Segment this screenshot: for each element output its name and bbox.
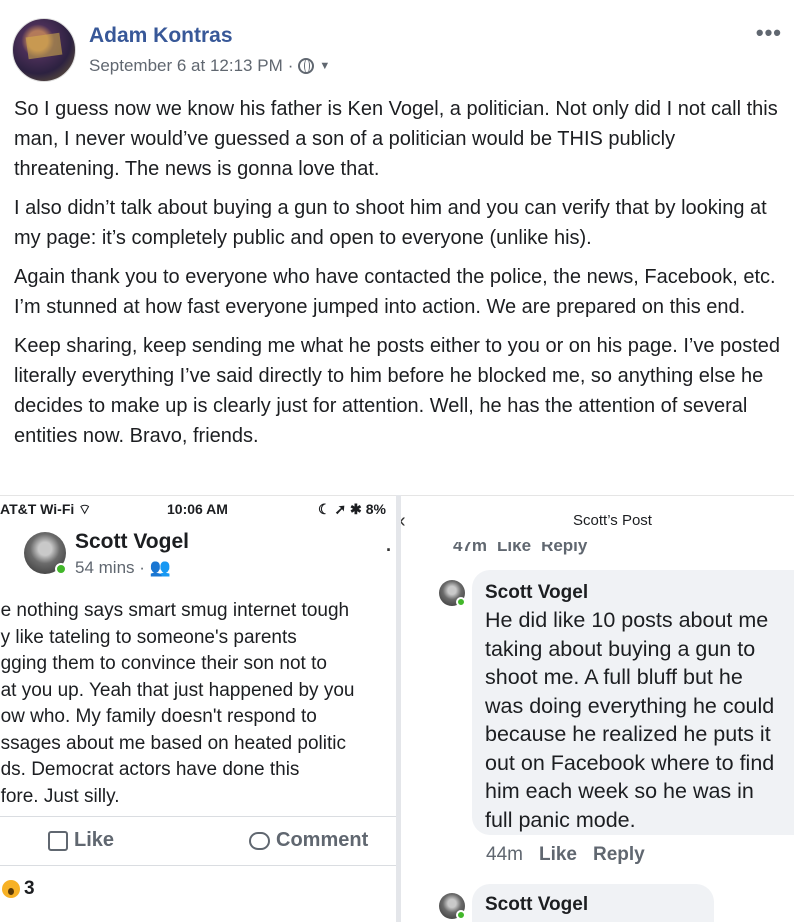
author-avatar[interactable] [12, 18, 76, 82]
post-line: ee nothing says smart smug internet toug… [0, 600, 350, 621]
post-line: uy like tateling to someone's parents [0, 626, 297, 648]
comment-button[interactable]: Comment [249, 829, 368, 852]
comment-line: him each week so he was in [485, 779, 754, 803]
comment-text: He did like 10 posts about me taking abo… [485, 606, 794, 834]
page-title: Scott’s Post [573, 512, 652, 529]
meta-separator: · [287, 56, 294, 75]
post-body: So I guess now we know his father is Ken… [14, 94, 784, 460]
globe-icon[interactable] [298, 58, 315, 74]
screenshot-left: AT&T Wi-Fi ⌔ 10:06 AM ☾ ➚ ✱ 8% Scott Vog… [0, 495, 398, 922]
post-line: efore. Just silly. [0, 785, 120, 807]
post-timestamp[interactable]: September 6 at 12:13 PM [89, 56, 283, 76]
wow-reaction-icon [2, 880, 20, 898]
comment-time: 44m [486, 844, 523, 865]
comment-reply-button[interactable]: Reply [593, 844, 645, 866]
online-indicator [456, 597, 466, 607]
comment-line: full panic mode. [485, 807, 636, 832]
post-meta: September 6 at 12:13 PM · ▼ [89, 56, 330, 76]
comment-line: taking about buying a gun to [485, 636, 756, 661]
post-paragraph: Keep sharing, keep sending me what he po… [14, 335, 781, 447]
author-name[interactable]: Adam Kontras [89, 24, 233, 48]
post-paragraph: I also didn’t talk about buying a gun to… [14, 197, 767, 249]
like-button[interactable]: Like [48, 829, 114, 852]
post-paragraph: So I guess now we know his father is Ken… [14, 98, 778, 180]
comment-like-button[interactable]: Like [539, 844, 577, 866]
post-author-name[interactable]: Scott Vogel [75, 530, 189, 554]
status-bar: AT&T Wi-Fi ⌔ 10:06 AM ☾ ➚ ✱ 8% [0, 501, 398, 521]
comment-bubble: Scott Vogel He did like 10 posts about m… [472, 570, 794, 835]
comment-line: out on Facebook where to find [485, 750, 775, 775]
comment-bubble: Scott Vogel [472, 884, 714, 922]
previous-comment-actions: 47m Like Reply [453, 536, 588, 555]
comment-line: was doing everything he could [485, 693, 775, 718]
chevron-down-icon[interactable]: ▼ [319, 60, 330, 72]
comment-icon [249, 831, 270, 850]
carrier-label: AT&T Wi-Fi ⌔ [0, 501, 92, 517]
comment-actions: 44m Like Reply [486, 844, 645, 866]
status-time: 10:06 AM [167, 501, 228, 517]
status-right: ☾ ➚ ✱ 8% [318, 501, 386, 517]
comment-author[interactable]: Scott Vogel [485, 892, 701, 918]
post-header: Adam Kontras September 6 at 12:13 PM · ▼… [12, 14, 782, 84]
post-paragraph: Again thank you to everyone who have con… [14, 266, 776, 318]
post-line: now who. My family doesn't respond to [0, 706, 317, 727]
post-line: egging them to convince their son not to [0, 653, 327, 674]
post-line: uds. Democrat actors have done this [0, 759, 300, 780]
online-indicator [456, 910, 466, 920]
post-line: essages about me based on heated politic [0, 732, 346, 754]
post-line: eat you up. Yeah that just happened by y… [0, 679, 355, 701]
comment-author[interactable]: Scott Vogel [485, 580, 794, 606]
online-indicator [55, 563, 67, 575]
comment-line: because he realized he puts it [485, 722, 771, 746]
more-options-icon[interactable]: ••• [756, 20, 782, 46]
post-actions: Like Comment [0, 816, 398, 866]
comment-line: shoot me. A full bluff but he [485, 665, 743, 689]
comment-line: He did like 10 posts about me [485, 608, 769, 632]
friends-icon: 👥 [149, 558, 171, 577]
screenshot-right: ‹ Scott’s Post 47mLikeReply Scott Vogel … [401, 495, 794, 922]
post-meta: 54 mins · 👥 [75, 558, 171, 577]
reaction-summary[interactable]: 3 [2, 878, 35, 900]
more-options-icon[interactable]: · [386, 540, 392, 561]
post-text: ee nothing says smart smug internet toug… [0, 598, 398, 810]
thumbs-up-icon [48, 830, 68, 851]
